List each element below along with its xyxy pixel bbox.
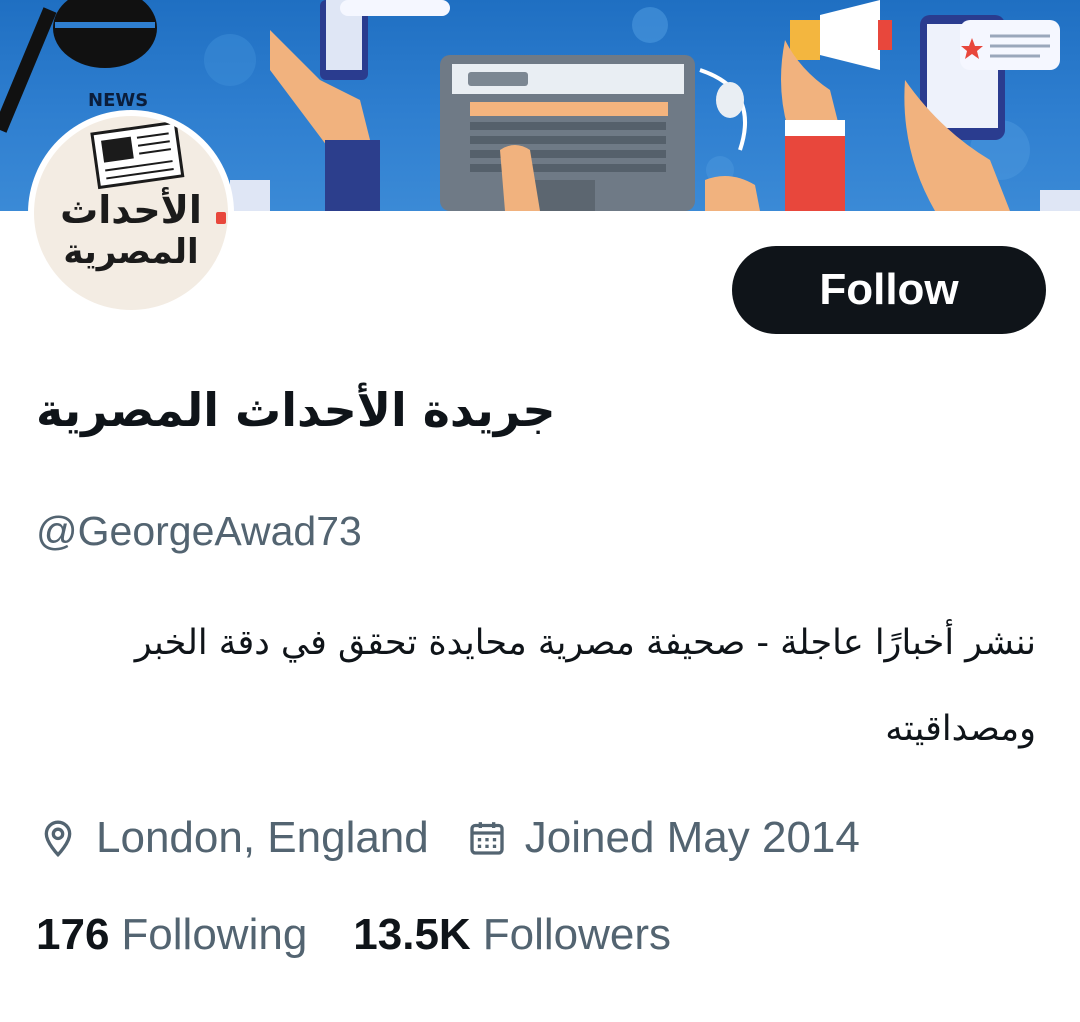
joined-text: Joined May 2014 [524, 813, 860, 862]
news-label: NEWS [88, 90, 148, 111]
user-handle: @GeorgeAwad73 [36, 508, 362, 554]
following-label: Following [121, 910, 308, 959]
avatar-logo: الأحداث المصرية [34, 116, 228, 310]
location-pin-icon [36, 816, 80, 860]
avatar-text-line2: المصرية [63, 232, 199, 272]
location-text: London, England [96, 813, 429, 862]
following-count: 176 [36, 910, 110, 959]
profile-stats: 176 Following 13.5K Followers [36, 904, 671, 966]
following-link[interactable]: 176 Following [36, 910, 307, 960]
display-name: جريدة الأحداث المصرية [36, 383, 556, 437]
location-item: London, England [36, 813, 429, 863]
profile-meta: London, England Joined May 2014 [36, 808, 860, 868]
avatar-text-line1: الأحداث [60, 188, 202, 232]
followers-label: Followers [482, 910, 671, 959]
follow-button[interactable]: Follow [732, 246, 1046, 334]
profile-avatar[interactable]: الأحداث المصرية [28, 110, 234, 316]
calendar-icon [465, 816, 509, 860]
followers-count: 13.5K [353, 910, 471, 959]
joined-item: Joined May 2014 [465, 813, 860, 863]
followers-link[interactable]: 13.5K Followers [353, 910, 671, 960]
profile-bio: ننشر أخبارًا عاجلة - صحيفة مصرية محايدة … [134, 623, 1036, 749]
